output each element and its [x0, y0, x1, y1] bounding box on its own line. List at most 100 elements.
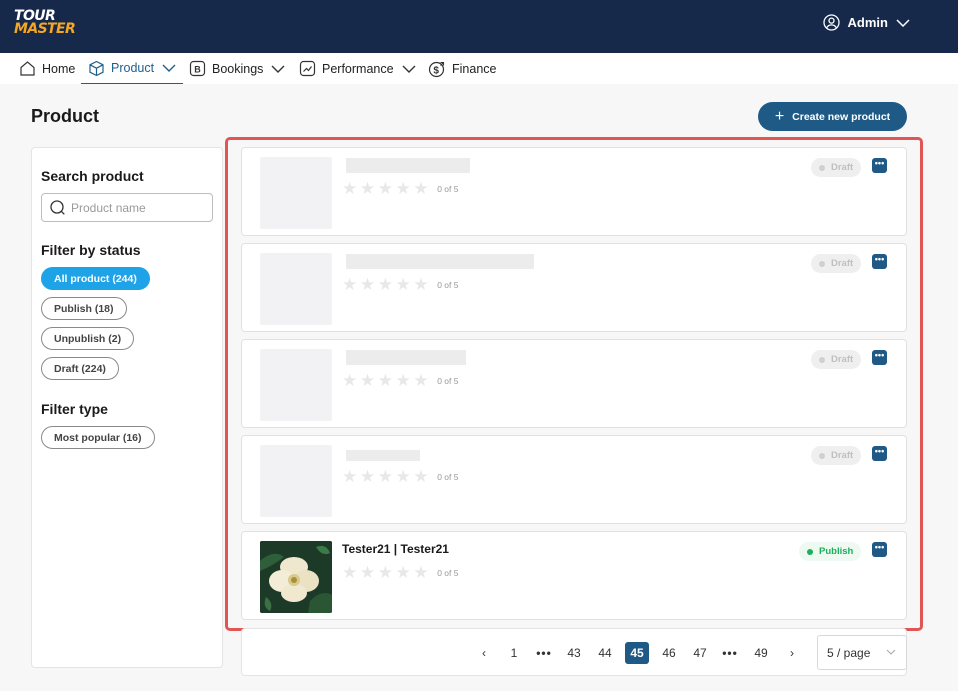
status-badge: Draft [811, 254, 862, 273]
star-icon: ★ [342, 371, 358, 390]
status-label: Draft [831, 450, 854, 461]
rating-stars: ★ ★ ★ ★ ★ 0 of 5 [342, 180, 459, 197]
filter-chip-draft[interactable]: Draft (224) [41, 357, 119, 380]
product-card[interactable]: ★ ★ ★ ★ ★ 0 of 5 Draft ••• [241, 339, 907, 428]
star-icon: ★ [342, 563, 358, 582]
dollar-icon: $ [428, 61, 445, 77]
star-icon: ★ [395, 275, 411, 294]
status-label: Draft [831, 258, 854, 269]
more-options-button[interactable]: ••• [872, 446, 887, 461]
rating-stars: ★ ★ ★ ★ ★ 0 of 5 [342, 468, 459, 485]
page-link[interactable]: 1 [502, 642, 526, 664]
product-thumbnail [260, 541, 332, 613]
star-icon: ★ [413, 467, 429, 486]
rating-stars: ★ ★ ★ ★ ★ 0 of 5 [342, 564, 459, 581]
search-icon [50, 200, 65, 215]
search-field[interactable] [41, 193, 213, 222]
star-icon: ★ [359, 467, 376, 486]
nav-finance[interactable]: $ Finance [428, 53, 496, 84]
chart-trend-icon [299, 60, 316, 77]
star-icon: ★ [359, 563, 376, 582]
pagination: ‹ 1 ••• 43 44 45 46 47 ••• 49 › 5 / page [241, 628, 907, 676]
star-icon: ★ [377, 179, 393, 198]
search-input[interactable] [71, 200, 206, 215]
star-icon: ★ [377, 563, 393, 582]
filter-chip-publish[interactable]: Publish (18) [41, 297, 127, 320]
filter-sidebar: Search product Filter by status All prod… [31, 147, 223, 668]
nav-bookings-label: Bookings [212, 61, 264, 76]
star-icon: ★ [377, 275, 393, 294]
nav-product[interactable]: Product [81, 53, 183, 84]
product-title-placeholder [346, 450, 420, 461]
star-icon: ★ [377, 371, 393, 390]
star-icon: ★ [413, 179, 429, 198]
page-link[interactable]: 44 [593, 642, 617, 664]
type-heading: Filter type [41, 401, 108, 417]
nav-home[interactable]: Home [19, 53, 75, 84]
status-dot [807, 548, 813, 555]
page-title: Product [31, 106, 100, 126]
prev-page-button[interactable]: ‹ [472, 642, 496, 664]
page-link[interactable]: 49 [749, 642, 773, 664]
nav-performance[interactable]: Performance [299, 53, 416, 84]
rating-text: 0 of 5 [437, 183, 459, 194]
product-card[interactable]: ★ ★ ★ ★ ★ 0 of 5 Draft ••• [241, 243, 907, 332]
filter-chip-all[interactable]: All product (244) [41, 267, 150, 290]
page-link-current[interactable]: 45 [625, 642, 649, 664]
chevron-down-icon [162, 64, 176, 72]
filter-chip-most-popular[interactable]: Most popular (16) [41, 426, 155, 449]
status-dot [819, 356, 825, 363]
svg-text:$: $ [433, 65, 439, 76]
rating-text: 0 of 5 [437, 279, 459, 290]
svg-text:B: B [194, 64, 201, 74]
product-card[interactable]: ★ ★ ★ ★ ★ 0 of 5 Draft ••• [241, 147, 907, 236]
page-ellipsis[interactable]: ••• [718, 642, 742, 664]
user-menu[interactable]: Admin [822, 14, 918, 31]
more-options-button[interactable]: ••• [872, 542, 887, 557]
rating-text: 0 of 5 [437, 375, 459, 386]
plus-icon: + [774, 107, 785, 125]
chevron-down-icon [886, 649, 896, 655]
rating-text: 0 of 5 [437, 471, 459, 482]
more-options-button[interactable]: ••• [872, 158, 887, 173]
star-icon: ★ [413, 371, 429, 390]
status-dot [819, 452, 825, 459]
nav-finance-label: Finance [452, 61, 497, 76]
status-badge: Draft [811, 158, 862, 177]
page-link[interactable]: 43 [562, 642, 586, 664]
search-heading: Search product [41, 168, 144, 184]
product-thumbnail-placeholder [260, 253, 332, 325]
page-link[interactable]: 47 [688, 642, 712, 664]
top-bar: TOUR MASTER Admin [0, 0, 958, 53]
chevron-down-icon [271, 65, 285, 73]
flower-image [260, 541, 332, 613]
more-options-button[interactable]: ••• [872, 350, 887, 365]
bookings-icon: B [189, 60, 206, 77]
home-icon [20, 61, 35, 76]
filter-chip-unpublish[interactable]: Unpublish (2) [41, 327, 135, 350]
tourmaster-logo[interactable]: TOUR MASTER [14, 9, 76, 37]
status-label: Draft [831, 162, 854, 173]
chevron-down-icon [896, 18, 910, 27]
status-badge: Draft [811, 446, 862, 465]
product-card[interactable]: Tester21 | Tester21 ★ ★ ★ ★ ★ 0 of 5 Publish… [241, 531, 907, 620]
create-product-button[interactable]: + Create new product [758, 102, 907, 131]
status-dot [819, 164, 825, 171]
status-badge: Publish [799, 542, 862, 561]
logo-text-bottom: MASTER [14, 21, 76, 37]
main-nav: Home Product B Bookings Performance $ Fi… [0, 53, 958, 84]
product-thumbnail-placeholder [260, 157, 332, 229]
status-label: Publish [819, 546, 854, 557]
star-icon: ★ [413, 563, 429, 582]
product-title[interactable]: Tester21 | Tester21 [342, 542, 449, 556]
status-heading: Filter by status [41, 242, 141, 258]
next-page-button[interactable]: › [780, 642, 804, 664]
page-size-select[interactable]: 5 / page [817, 635, 907, 670]
nav-bookings[interactable]: B Bookings [189, 53, 285, 84]
product-card[interactable]: ★ ★ ★ ★ ★ 0 of 5 Draft ••• [241, 435, 907, 524]
product-title-placeholder [346, 254, 534, 269]
page-link[interactable]: 46 [657, 642, 681, 664]
star-icon: ★ [395, 467, 411, 486]
more-options-button[interactable]: ••• [872, 254, 887, 269]
page-ellipsis[interactable]: ••• [532, 642, 556, 664]
